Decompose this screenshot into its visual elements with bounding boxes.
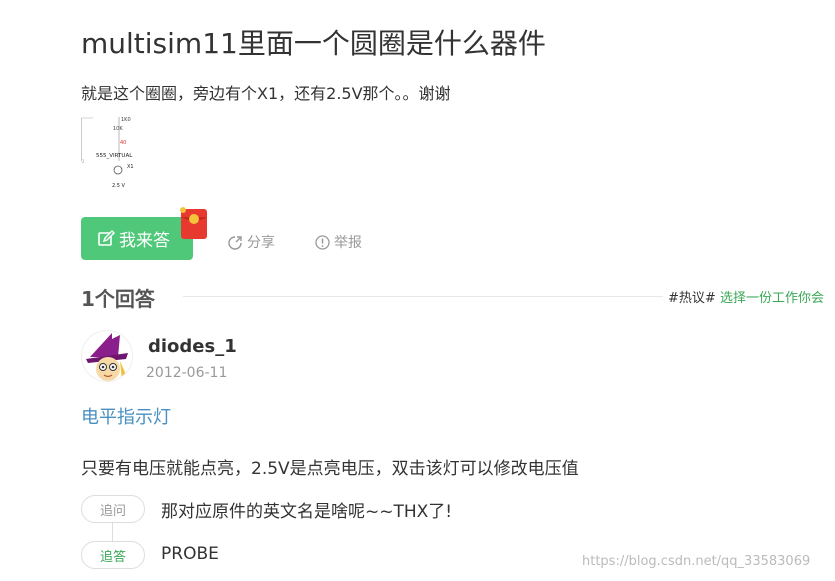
warning-icon [315, 234, 330, 250]
hot-topic[interactable]: #热议# 选择一份工作你会 [668, 287, 824, 306]
divider [183, 296, 663, 297]
report-label: 举报 [334, 235, 362, 251]
answer-button-label: 我来答 [119, 231, 170, 251]
report-button[interactable]: 举报 [315, 232, 362, 252]
followup-answer-tag: 追答 [81, 541, 145, 569]
image-label-r1: 1K0 [121, 117, 131, 123]
username[interactable]: diodes_1 [148, 336, 237, 357]
answer-date: 2012-06-11 [146, 365, 228, 381]
image-label-40: 40 [120, 140, 126, 146]
question-description: 就是这个圈圈，旁边有个X1，还有2.5V那个。。谢谢 [81, 84, 451, 103]
image-label-x1: X1 [127, 164, 134, 170]
share-button[interactable]: 分享 [228, 232, 275, 252]
share-label: 分享 [247, 235, 275, 251]
answers-count: 1个回答 [81, 287, 155, 311]
hot-topic-link[interactable]: 选择一份工作你会 [720, 291, 824, 306]
image-label-r2: 10K [113, 126, 123, 132]
answer-body: 只要有电压就能点亮，2.5V是点亮电压，双击该灯可以修改电压值 [81, 459, 579, 479]
image-label-voltage: 2.5 V [112, 183, 126, 189]
share-icon [228, 235, 242, 250]
avatar[interactable] [81, 330, 133, 382]
question-image[interactable]: 1K0 10K 40 555_VIRTUAL X1 2.5 V 2 [81, 113, 141, 193]
answer-headline[interactable]: 电平指示灯 [81, 403, 171, 429]
followup-question-text: 那对应原件的英文名是啥呢~~THX了! [161, 502, 453, 522]
image-label-555: 555_VIRTUAL [96, 153, 133, 159]
watermark: https://blog.csdn.net/qq_33583069 [582, 554, 811, 569]
red-packet-icon[interactable] [179, 206, 209, 241]
hot-topic-tag: #热议# [668, 291, 716, 306]
question-title: multisim11里面一个圆圈是什么器件 [81, 27, 546, 60]
wizard-avatar-icon [82, 331, 132, 381]
followup-answer-text: PROBE [161, 544, 219, 564]
edit-icon [98, 229, 115, 246]
followup-question-tag: 追问 [81, 495, 145, 523]
answer-button[interactable]: 我来答 [81, 217, 193, 260]
